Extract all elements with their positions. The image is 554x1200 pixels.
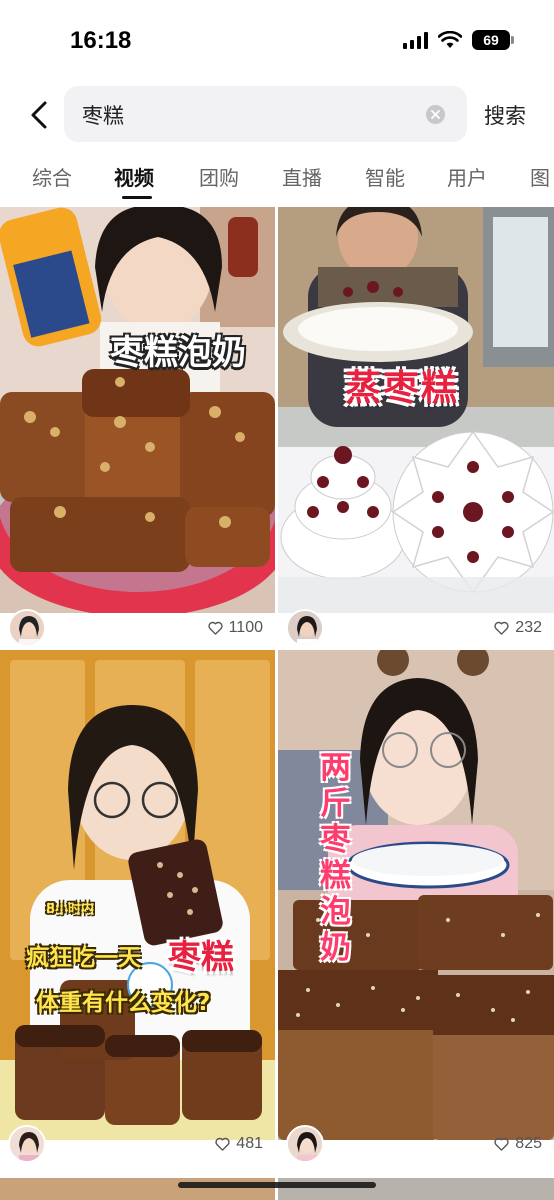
video-overlay-title: 疯狂吃一天 [26, 945, 141, 971]
video-meta: 481 [0, 1125, 275, 1163]
search-header: 枣糕 搜索 [0, 86, 554, 142]
video-overlay-title: 枣糕泡奶 [110, 333, 246, 373]
like-count: 1100 [207, 619, 263, 637]
tab-users[interactable]: 用户 [447, 162, 487, 191]
status-time: 16:18 [70, 27, 132, 54]
status-icons: 69 [403, 30, 514, 50]
heart-icon [494, 1137, 509, 1151]
battery-icon: 69 [472, 30, 514, 50]
cellular-signal-icon [403, 31, 428, 49]
search-results-page: 16:18 69 枣糕 搜索 综合 视频 团购 直播 智能 用户 图 枣糕泡奶 … [0, 0, 554, 1200]
video-overlay-badge: 8小时内 [46, 902, 95, 917]
video-thumbnail-image [0, 207, 275, 613]
like-count-value: 232 [515, 619, 542, 636]
heart-icon [494, 621, 509, 635]
heart-icon [215, 1137, 230, 1151]
video-meta: 1100 [0, 609, 275, 645]
video-overlay-title: 蒸枣糕 [345, 368, 460, 409]
video-overlay-subtitle: 体重有什么变化? [36, 990, 211, 1016]
like-count-value: 1100 [228, 619, 263, 636]
video-thumbnail: 蒸枣糕 [278, 207, 554, 613]
wifi-icon [438, 31, 462, 48]
tab-group-buy[interactable]: 团购 [199, 162, 239, 191]
video-card[interactable]: 蒸枣糕 232 [278, 207, 554, 645]
like-count: 481 [215, 1135, 263, 1153]
video-card[interactable]: 枣糕泡奶 1100 [0, 207, 275, 645]
status-bar: 16:18 69 [0, 0, 554, 80]
result-tabs: 综合 视频 团购 直播 智能 用户 图 [0, 160, 554, 202]
tab-videos[interactable]: 视频 [114, 162, 154, 191]
like-count: 825 [494, 1135, 542, 1153]
video-thumbnail-image [0, 650, 275, 1140]
video-meta: 232 [278, 609, 554, 645]
search-submit-button[interactable]: 搜索 [484, 100, 526, 130]
video-overlay-title: 两斤枣糕泡奶 [320, 750, 351, 966]
tab-smart[interactable]: 智能 [365, 162, 405, 191]
active-tab-indicator [122, 196, 152, 199]
avatar[interactable] [286, 609, 324, 645]
video-meta: 825 [278, 1125, 554, 1163]
clear-search-button[interactable] [426, 105, 445, 124]
search-input[interactable]: 枣糕 [64, 86, 467, 142]
like-count-value: 481 [236, 1135, 263, 1152]
close-icon [431, 110, 440, 119]
like-count: 232 [494, 619, 542, 637]
heart-icon [207, 621, 223, 635]
back-button[interactable] [22, 98, 56, 132]
video-card[interactable]: 两斤枣糕泡奶 825 [278, 650, 554, 1175]
video-overlay-highlight: 枣糕 [168, 937, 234, 976]
like-count-value: 825 [515, 1135, 542, 1152]
video-thumbnail: 8小时内 疯狂吃一天 枣糕 体重有什么变化? [0, 650, 275, 1140]
tab-live[interactable]: 直播 [282, 162, 322, 191]
home-indicator[interactable] [178, 1182, 376, 1188]
chevron-left-icon [31, 101, 47, 129]
battery-level: 69 [483, 32, 499, 48]
tab-overall[interactable]: 综合 [32, 162, 72, 191]
avatar[interactable] [286, 1125, 324, 1163]
avatar[interactable] [8, 609, 46, 645]
search-query: 枣糕 [82, 104, 124, 128]
avatar[interactable] [8, 1125, 46, 1163]
video-thumbnail: 枣糕泡奶 [0, 207, 275, 613]
video-thumbnail: 两斤枣糕泡奶 [278, 650, 554, 1140]
tab-images[interactable]: 图 [530, 162, 550, 191]
video-card[interactable]: 8小时内 疯狂吃一天 枣糕 体重有什么变化? 481 [0, 650, 275, 1175]
